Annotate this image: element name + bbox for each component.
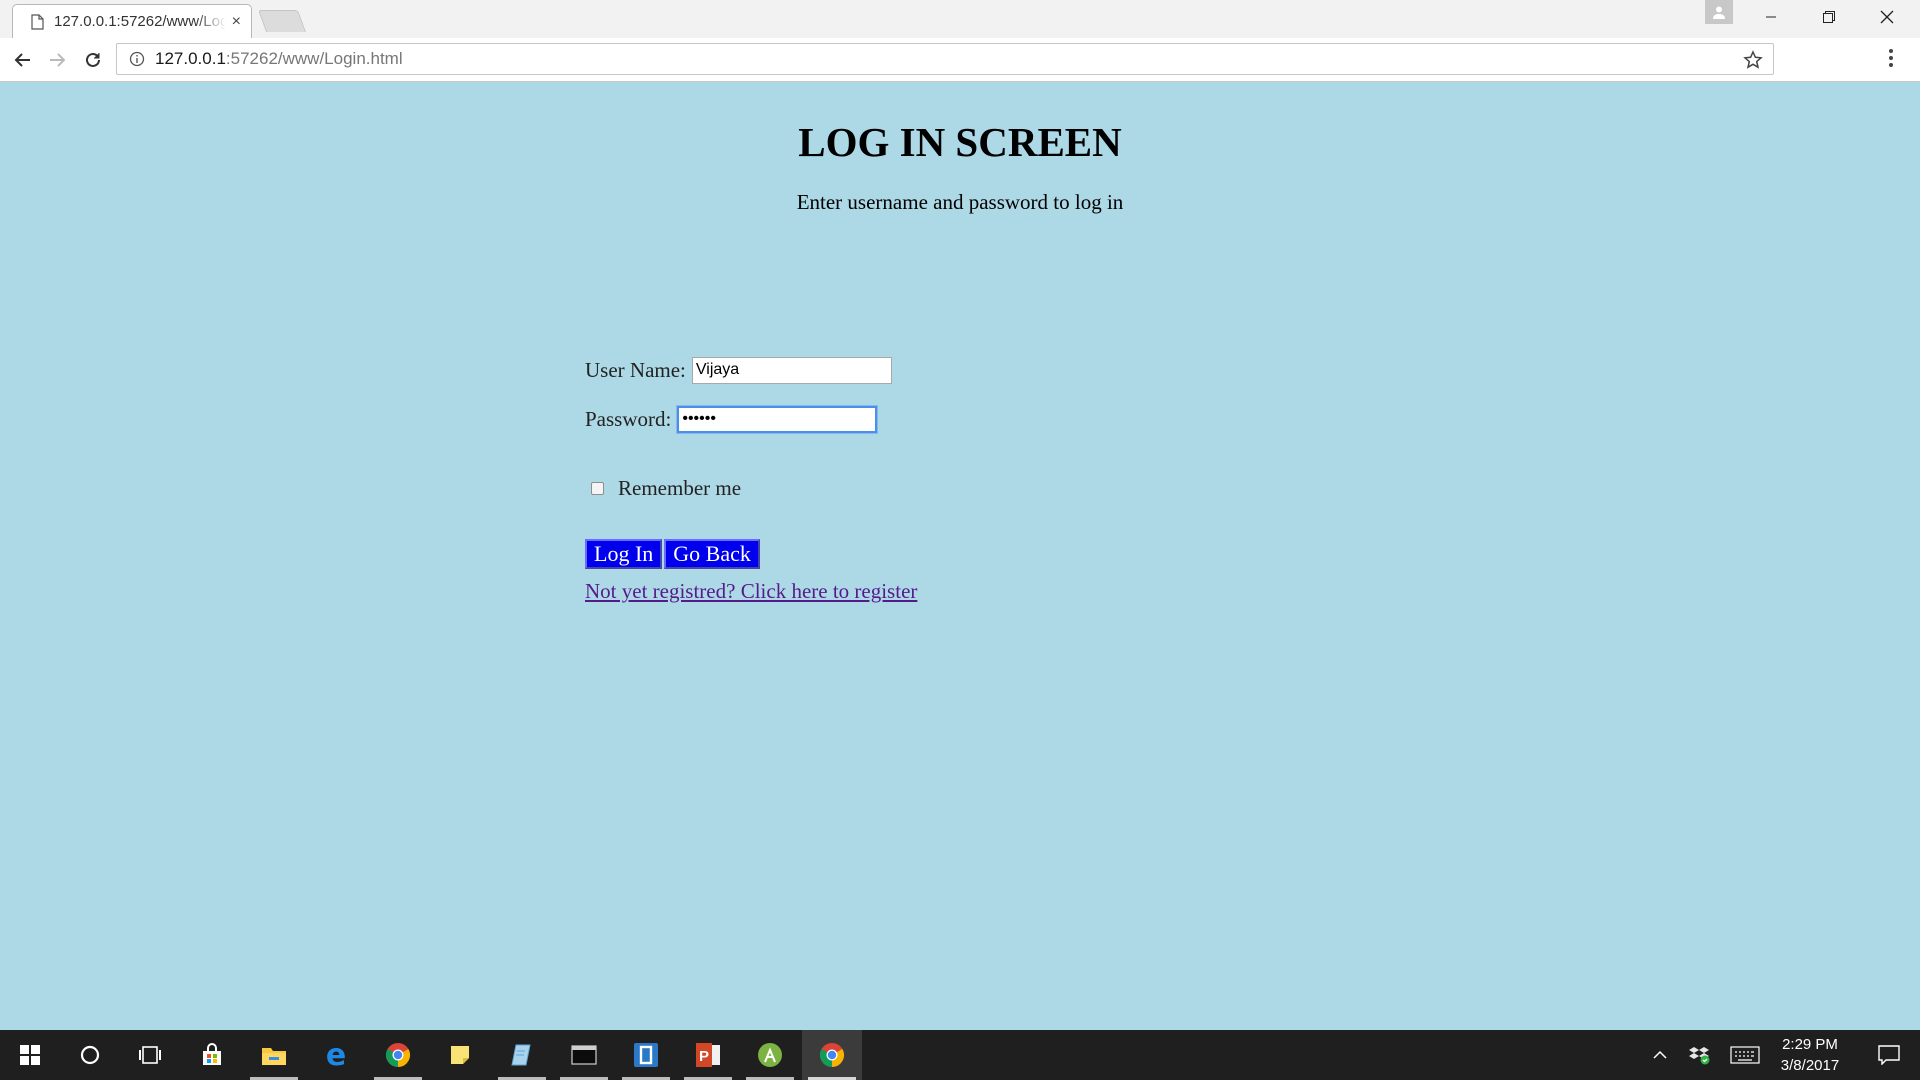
clock-time: 2:29 PM <box>1782 1036 1838 1053</box>
back-arrow-icon[interactable] <box>8 46 38 74</box>
terminal-icon[interactable] <box>554 1030 614 1080</box>
system-clock[interactable]: 2:29 PM 3/8/2017 <box>1760 1034 1860 1076</box>
keyboard-icon[interactable] <box>1725 1030 1765 1080</box>
address-bar[interactable]: 127.0.0.1:57262/www/Login.html <box>116 43 1774 75</box>
browser-menu-icon[interactable] <box>1888 48 1894 73</box>
windows-start-icon[interactable] <box>0 1030 60 1080</box>
android-studio-icon[interactable] <box>740 1030 800 1080</box>
register-link[interactable]: Not yet registred? Click here to registe… <box>585 579 917 604</box>
browser-toolbar: 127.0.0.1:57262/www/Login.html <box>0 38 1920 82</box>
visual-studio-code-icon[interactable] <box>616 1030 676 1080</box>
notepad-icon[interactable] <box>492 1030 552 1080</box>
page-title: LOG IN SCREEN <box>798 119 1122 165</box>
edge-icon[interactable]: e <box>306 1030 366 1080</box>
action-center-icon[interactable] <box>1864 1030 1914 1080</box>
username-label: User Name: <box>585 357 686 382</box>
svg-text:P: P <box>699 1048 709 1065</box>
show-hidden-icons-chevron-icon[interactable] <box>1645 1030 1675 1080</box>
page-content: LOG IN SCREEN Enter username and passwor… <box>0 82 1920 1030</box>
remember-me-checkbox[interactable] <box>591 482 604 495</box>
sticky-notes-icon[interactable] <box>430 1030 490 1080</box>
cortana-search-icon[interactable] <box>60 1030 120 1080</box>
password-input[interactable] <box>676 404 879 434</box>
bookmark-star-icon[interactable] <box>1743 50 1763 70</box>
forward-arrow-icon[interactable] <box>42 46 72 74</box>
info-icon[interactable] <box>129 51 145 67</box>
go-back-button[interactable]: Go Back <box>664 539 760 569</box>
chrome-active-icon[interactable] <box>802 1030 862 1080</box>
powerpoint-icon[interactable]: P <box>678 1030 738 1080</box>
store-icon[interactable] <box>182 1030 242 1080</box>
tab-close-icon[interactable]: × <box>232 13 241 31</box>
dropbox-sync-icon[interactable] <box>1682 1030 1718 1080</box>
remember-me-label: Remember me <box>618 476 742 500</box>
file-explorer-icon[interactable] <box>244 1030 304 1080</box>
login-form: User Name: Password: Remember me Log In … <box>585 355 917 604</box>
browser-tab[interactable]: 127.0.0.1:57262/www/Login.html × <box>12 4 252 38</box>
login-button[interactable]: Log In <box>585 539 663 569</box>
restore-icon[interactable] <box>1800 0 1858 34</box>
profile-icon[interactable] <box>1705 0 1733 24</box>
document-icon <box>31 13 44 30</box>
password-label: Password: <box>585 406 672 431</box>
reload-icon[interactable] <box>78 46 108 74</box>
clock-date: 3/8/2017 <box>1780 1057 1840 1074</box>
windows-taskbar: e P 2:29 PM 3/8/2017 <box>0 1030 1920 1080</box>
chrome-icon[interactable] <box>368 1030 428 1080</box>
close-window-icon[interactable] <box>1858 0 1916 34</box>
task-view-icon[interactable] <box>120 1030 180 1080</box>
new-tab-button[interactable] <box>257 10 307 32</box>
username-input[interactable] <box>691 356 892 384</box>
url-path: :57262/www/Login.html <box>225 49 403 68</box>
page-subtitle: Enter username and password to log in <box>796 190 1124 214</box>
tab-title: 127.0.0.1:57262/www/Login.html <box>54 13 226 30</box>
url-host: 127.0.0.1 <box>155 49 226 68</box>
tab-strip: 127.0.0.1:57262/www/Login.html × <box>0 0 1920 38</box>
minimize-icon[interactable] <box>1742 0 1800 34</box>
